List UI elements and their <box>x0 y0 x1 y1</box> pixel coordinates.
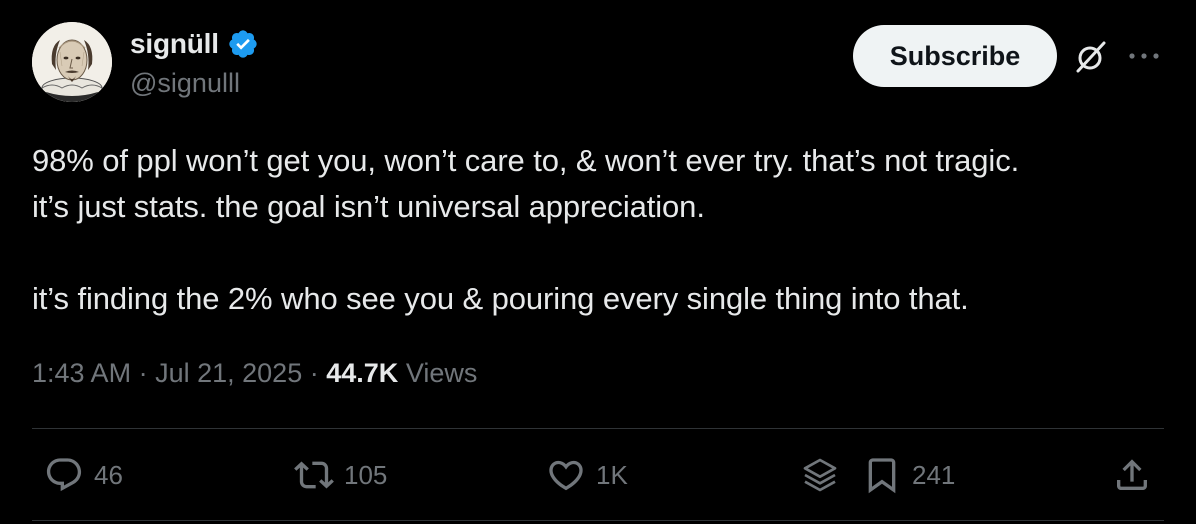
views-label: Views <box>405 358 478 388</box>
like-count: 1K <box>596 459 628 490</box>
author-name-row[interactable]: signüll <box>130 28 259 60</box>
subscribe-button[interactable]: Subscribe <box>853 25 1057 87</box>
author-handle[interactable]: @signulll <box>130 68 240 99</box>
tweet-card: signüll @signulll Subscribe 98% of ppl w… <box>0 0 1196 524</box>
views-count: 44.7K <box>326 358 399 388</box>
share-icon <box>1117 459 1147 490</box>
author-display-name[interactable]: signüll <box>130 28 219 60</box>
tweet-text-line: it’s finding the 2% who see you & pourin… <box>32 281 969 316</box>
meta-separator: · <box>138 358 148 388</box>
layers-button[interactable] <box>800 455 840 495</box>
like-button[interactable]: 1K <box>546 455 628 495</box>
like-icon <box>549 460 583 491</box>
tweet-meta: 1:43 AM · Jul 21, 2025 · 44.7K Views <box>32 358 477 389</box>
reply-count: 46 <box>94 459 123 490</box>
repost-button[interactable]: 105 <box>294 455 387 495</box>
tweet-time[interactable]: 1:43 AM <box>32 358 131 388</box>
divider <box>32 428 1164 429</box>
reply-button[interactable]: 46 <box>44 455 123 495</box>
share-button[interactable] <box>1112 455 1152 495</box>
tweet-date[interactable]: Jul 21, 2025 <box>155 358 302 388</box>
reply-icon <box>46 458 82 492</box>
bookmark-icon <box>868 458 896 494</box>
more-icon[interactable] <box>1126 44 1162 68</box>
avatar[interactable] <box>32 22 112 102</box>
tweet-text-line: 98% of ppl won’t get you, won’t care to,… <box>32 143 1020 178</box>
layers-icon <box>803 458 837 492</box>
verified-badge-icon[interactable] <box>227 28 259 60</box>
avatar-portrait-image <box>32 22 112 102</box>
repost-icon <box>294 461 334 489</box>
tweet-text-line: it’s just stats. the goal isn’t universa… <box>32 189 705 224</box>
bookmark-count: 241 <box>912 459 956 490</box>
grok-icon[interactable] <box>1074 40 1108 74</box>
bookmark-button[interactable]: 241 <box>862 455 955 495</box>
meta-separator: · <box>309 358 319 388</box>
repost-count: 105 <box>344 459 388 490</box>
divider <box>32 520 1164 521</box>
tweet-text: 98% of ppl won’t get you, won’t care to,… <box>32 138 1172 322</box>
